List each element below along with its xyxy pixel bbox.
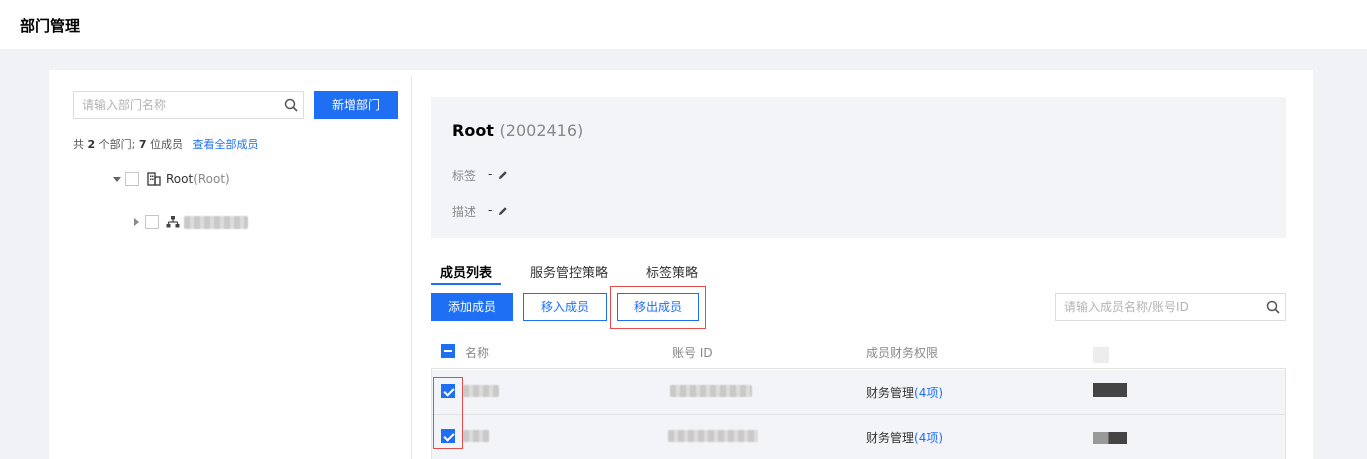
tag-label: 标签 [452,169,477,183]
chevron-right-icon[interactable] [134,218,139,226]
redacted-dept-name[interactable] [184,216,248,229]
redacted-member-name [463,385,499,397]
edit-desc-icon[interactable] [498,205,508,215]
tree-root-name: Root [166,172,194,186]
move-out-highlight-box [610,286,706,329]
member-search-field[interactable] [1055,293,1286,321]
tree-child-checkbox[interactable] [145,215,159,229]
active-tab-indicator [431,283,501,285]
tag-value: - [488,167,493,181]
desc-label: 描述 [452,205,477,219]
member-count: 7 [138,138,147,151]
checkbox-highlight-box [433,377,463,449]
panel-divider [411,76,412,459]
header-finance-permission: 成员财务权限 [866,346,939,360]
finance-permission-cell[interactable]: 财务管理(4项) [866,429,943,446]
redacted-account-id [670,385,752,397]
table-row[interactable] [432,370,1285,415]
finance-permission-count[interactable]: (4项) [914,386,943,400]
tab-member-list[interactable]: 成员列表 [440,262,492,281]
dept-count: 2 [87,138,96,151]
add-member-button[interactable]: 添加成员 [431,293,513,321]
tab-tag-policy[interactable]: 标签策略 [646,262,698,281]
dept-info-panel [431,97,1286,238]
finance-permission-cell[interactable]: 财务管理(4项) [866,384,943,401]
search-icon[interactable] [284,98,298,112]
tree-root-checkbox[interactable] [125,172,139,186]
add-dept-button[interactable]: 新增部门 [314,91,398,119]
move-in-member-button[interactable]: 移入成员 [523,293,607,321]
edit-tag-icon[interactable] [498,169,508,179]
org-chart-icon [166,215,180,229]
dept-summary: 共 2 个部门; 7 位成员 查看全部成员 [73,136,259,152]
view-all-members-link[interactable]: 查看全部成员 [193,138,259,151]
redacted-account-id [668,430,758,442]
tree-root-sub: (Root) [193,172,230,186]
table-row[interactable] [432,415,1285,459]
tab-service-control-policy[interactable]: 服务管控策略 [530,262,608,281]
table-header [431,331,1286,369]
dept-search-field[interactable] [73,91,304,119]
dept-name: Root [452,121,494,140]
column-settings-icon[interactable] [1093,347,1109,363]
dept-title: Root (2002416) [452,121,583,140]
member-search-input[interactable] [1064,298,1254,316]
page-title: 部门管理 [20,17,81,35]
tree-root-label[interactable]: Root(Root) [166,172,230,186]
dept-search-input[interactable] [82,96,272,114]
finance-permission-count[interactable]: (4项) [914,431,943,445]
dept-suffix: 个部门; [98,138,136,151]
header-bar: 部门管理 [0,0,1367,49]
desc-value: - [488,203,493,217]
header-name: 名称 [465,346,490,360]
building-icon [147,172,161,186]
finance-permission-label: 财务管理 [866,431,915,445]
summary-prefix: 共 [73,138,84,151]
select-all-checkbox[interactable] [441,344,455,358]
header-account-id: 账号 ID [672,346,713,360]
member-suffix: 位成员 [150,138,184,151]
finance-permission-label: 财务管理 [866,386,915,400]
redacted-member-name [463,430,489,442]
redacted-value-block [1093,432,1127,444]
search-icon[interactable] [1266,300,1280,314]
redacted-value-block [1093,383,1127,397]
dept-id: (2002416) [499,121,584,140]
chevron-down-icon[interactable] [113,177,121,182]
